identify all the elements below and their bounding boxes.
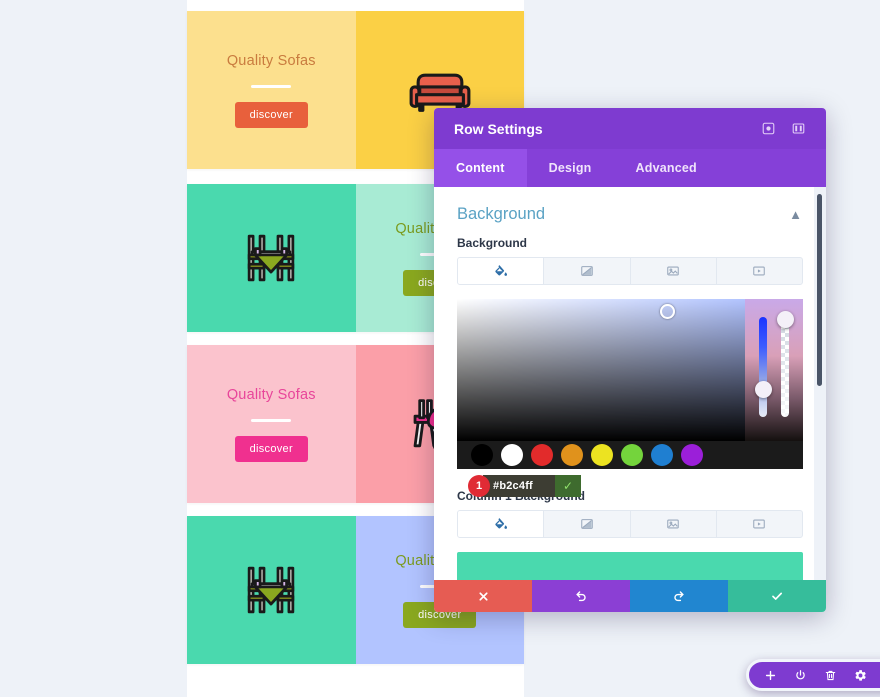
color-fill-icon[interactable] — [458, 511, 545, 537]
background-type-tabs — [457, 257, 803, 285]
color-swatch[interactable] — [621, 444, 643, 466]
gradient-icon[interactable] — [544, 511, 631, 537]
hue-slider[interactable] — [755, 317, 772, 417]
tab-advanced[interactable]: Advanced — [614, 149, 719, 187]
page-title: Row Settings — [454, 120, 543, 137]
step-badge[interactable]: 1 — [468, 475, 490, 497]
background-section-header: Background ▲ — [434, 187, 826, 236]
alpha-slider[interactable] — [777, 311, 794, 417]
card-divider — [251, 418, 292, 422]
card-title: Quality Sofas — [226, 386, 316, 403]
modal-action-bar — [434, 580, 826, 612]
color-fill-icon[interactable] — [458, 258, 545, 284]
power-icon[interactable] — [785, 662, 815, 688]
target-icon[interactable] — [756, 117, 780, 141]
gear-icon[interactable] — [845, 662, 875, 688]
hue-slider-handle[interactable] — [755, 381, 772, 398]
tab-design[interactable]: Design — [527, 149, 614, 187]
section-heading: Background — [457, 205, 546, 223]
app-root: Quality Sofas discover Quality Sofas disco… — [0, 0, 880, 697]
card-text-column: Quality Sofas discover — [187, 345, 356, 503]
modal-body: Background ▲ Background 1 #b2c4ff ✓ — [434, 187, 826, 580]
column-color-swatch[interactable] — [457, 552, 803, 580]
cancel-button[interactable] — [434, 580, 532, 612]
video-icon[interactable] — [717, 511, 802, 537]
color-swatch[interactable] — [591, 444, 613, 466]
color-swatch[interactable] — [531, 444, 553, 466]
background-label: Background — [457, 236, 528, 250]
chevron-up-icon[interactable]: ▲ — [789, 207, 802, 222]
card-title: Quality Sofas — [226, 52, 316, 69]
history-icon[interactable] — [875, 662, 880, 688]
modal-header: Row Settings — [434, 108, 826, 149]
column-background-type-tabs — [457, 510, 803, 538]
hex-input-tooltip: 1 ✓ — [468, 475, 581, 497]
add-icon[interactable] — [755, 662, 785, 688]
card-text-column: Quality Sofas discover — [187, 11, 356, 169]
discover-button[interactable]: discover — [234, 101, 308, 128]
gradient-icon[interactable] — [544, 258, 631, 284]
alpha-slider-handle[interactable] — [777, 311, 794, 328]
image-icon[interactable] — [631, 258, 717, 284]
scrollbar-thumb[interactable] — [817, 194, 822, 386]
modal-tab-bar: Content Design Advanced — [434, 149, 826, 187]
color-swatch[interactable] — [501, 444, 523, 466]
trash-icon[interactable] — [815, 662, 845, 688]
image-icon[interactable] — [631, 511, 717, 537]
save-button[interactable] — [728, 580, 826, 612]
color-swatch[interactable] — [471, 444, 493, 466]
table-chairs-icon — [187, 184, 356, 332]
color-swatch[interactable] — [561, 444, 583, 466]
redo-button[interactable] — [630, 580, 728, 612]
floating-toolbar — [746, 659, 880, 691]
scrollbar-track[interactable] — [814, 187, 826, 580]
card-divider — [251, 84, 292, 88]
undo-button[interactable] — [532, 580, 630, 612]
hex-color-input[interactable] — [483, 475, 555, 497]
saturation-handle[interactable] — [660, 303, 676, 319]
color-picker: 1 ✓ — [457, 299, 803, 497]
video-icon[interactable] — [717, 258, 802, 284]
discover-button[interactable]: discover — [234, 435, 308, 462]
slider-column — [745, 299, 803, 441]
table-chairs-icon — [187, 516, 356, 664]
tab-content[interactable]: Content — [434, 149, 527, 187]
confirm-color-button[interactable]: ✓ — [555, 475, 581, 497]
saturation-area[interactable] — [457, 299, 745, 441]
row-settings-modal: Row Settings Content Design Advanced Backg… — [434, 108, 826, 612]
color-swatch[interactable] — [681, 444, 703, 466]
color-swatch-bar — [457, 441, 803, 469]
color-swatch[interactable] — [651, 444, 673, 466]
layout-columns-icon[interactable] — [786, 117, 810, 141]
